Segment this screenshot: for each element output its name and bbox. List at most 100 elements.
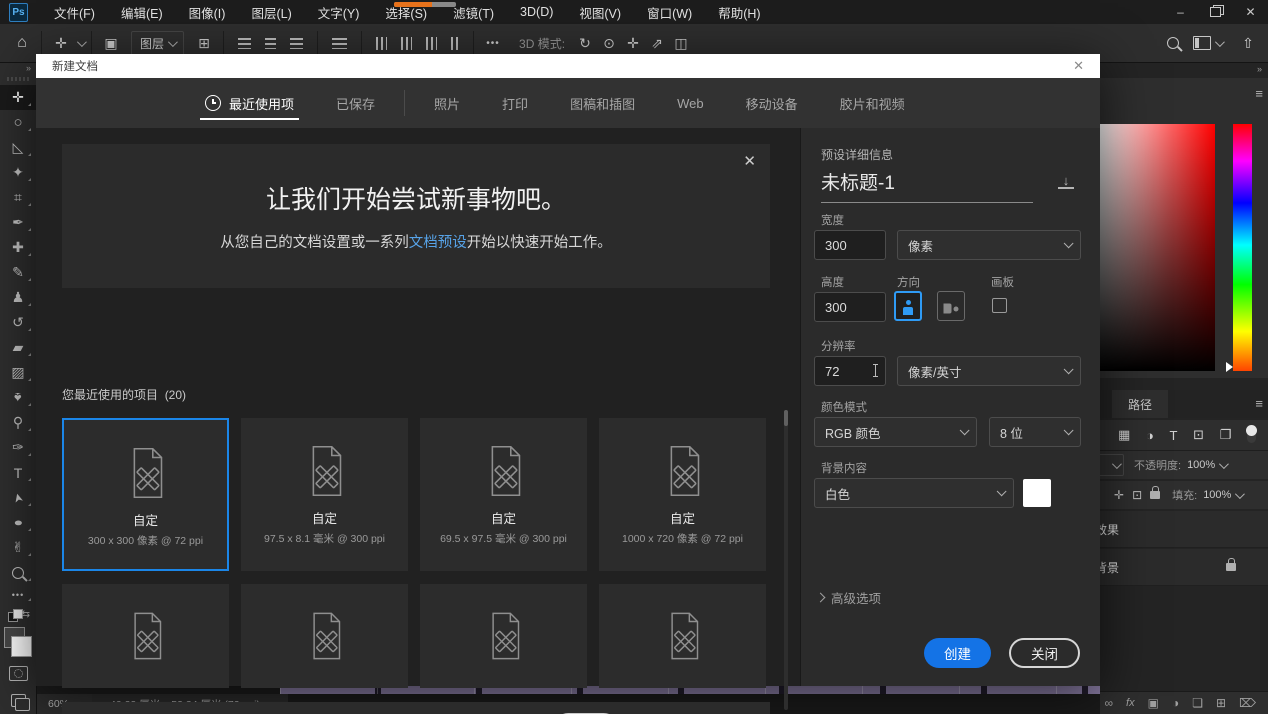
align-center-icon[interactable] <box>265 38 276 49</box>
delete-layer-icon[interactable]: ⌦ <box>1239 696 1256 710</box>
marquee-tool[interactable]: ○ <box>0 110 36 135</box>
dialog-close-icon[interactable]: ✕ <box>1073 58 1084 74</box>
tab-art-illustration[interactable]: 图稿和插图 <box>549 78 656 128</box>
opacity-value[interactable]: 100% <box>1187 459 1226 471</box>
lock-artboard-icon[interactable]: ⊡ <box>1132 488 1142 502</box>
hue-slider[interactable] <box>1233 124 1252 371</box>
workspace-switcher[interactable] <box>1193 36 1222 50</box>
filter-smart-object-icon[interactable]: ❐ <box>1220 427 1232 443</box>
gradient-tool[interactable]: ▨ <box>0 360 36 385</box>
distribute-vertical-icon[interactable] <box>451 37 459 50</box>
collapse-panels-icon[interactable]: » <box>1257 64 1262 74</box>
tab-saved[interactable]: 已保存 <box>315 78 396 128</box>
tab-photo[interactable]: 照片 <box>413 78 481 128</box>
background-contents-dropdown[interactable]: 白色 <box>814 478 1014 508</box>
recent-card[interactable]: 自定 1000 x 720 像素 @ 72 ppi <box>599 418 766 571</box>
screen-mode-button[interactable] <box>11 694 26 707</box>
landscape-orientation-button[interactable] <box>937 291 965 321</box>
collapse-toolbar-icon[interactable]: » <box>26 62 36 75</box>
new-layer-icon[interactable]: ⊞ <box>1216 696 1226 710</box>
minimize-button[interactable]: – <box>1163 0 1198 24</box>
banner-close-icon[interactable]: ✕ <box>743 152 756 170</box>
auto-select-icon[interactable]: ▣ <box>99 30 123 56</box>
eraser-tool[interactable]: ▰ <box>0 335 36 360</box>
hand-tool[interactable]: ✌ <box>0 535 36 560</box>
tab-film-video[interactable]: 胶片和视频 <box>819 78 926 128</box>
menu-edit[interactable]: 编辑(E) <box>108 0 176 24</box>
menu-3d[interactable]: 3D(D) <box>507 0 566 24</box>
background-layer-row[interactable]: 背景 <box>1100 549 1268 586</box>
filter-type-icon[interactable]: T <box>1169 428 1177 443</box>
distribute-icon[interactable] <box>332 38 347 49</box>
share-icon[interactable]: ⇧ <box>1236 30 1260 56</box>
width-input[interactable] <box>814 230 886 260</box>
swap-colors-button[interactable]: ⇆ <box>8 609 28 623</box>
layer-style-icon[interactable]: fx <box>1126 697 1135 709</box>
healing-brush-tool[interactable]: ✚ <box>0 235 36 260</box>
auto-select-scope-dropdown[interactable]: 图层 <box>131 31 184 56</box>
distribute-left-icon[interactable] <box>376 37 387 50</box>
tab-web[interactable]: Web <box>656 78 725 128</box>
distribute-center-icon[interactable] <box>401 37 412 50</box>
filter-adjustment-icon[interactable]: ◑ <box>1146 428 1154 443</box>
tab-mobile[interactable]: 移动设备 <box>725 78 819 128</box>
menu-file[interactable]: 文件(F) <box>41 0 108 24</box>
menu-view[interactable]: 视图(V) <box>566 0 634 24</box>
clone-stamp-tool[interactable]: ♟ <box>0 285 36 310</box>
tab-recent[interactable]: 最近使用项 <box>184 78 315 128</box>
move-tool[interactable]: ✛ <box>0 85 36 110</box>
scrollbar[interactable] <box>784 410 788 710</box>
panel-menu-icon[interactable]: ≡ <box>1255 396 1262 411</box>
fill-value[interactable]: 100% <box>1203 489 1242 501</box>
advanced-options-toggle[interactable]: 高级选项 <box>817 588 881 607</box>
more-options-icon[interactable]: ••• <box>481 30 505 56</box>
align-right-icon[interactable] <box>290 38 303 49</box>
layer-mask-icon[interactable]: ▣ <box>1148 696 1159 710</box>
pen-tool[interactable]: ✑ <box>0 435 36 460</box>
recent-card[interactable] <box>62 584 229 688</box>
background-color-swatch[interactable] <box>11 636 32 657</box>
document-presets-link[interactable]: 文档预设 <box>409 235 467 251</box>
brush-tool[interactable]: ✎ <box>0 260 36 285</box>
more-tools-button[interactable]: ••• <box>0 585 36 605</box>
recent-card[interactable]: 自定 69.5 x 97.5 毫米 @ 300 ppi <box>420 418 587 571</box>
3d-roll-icon[interactable]: ⊙ <box>597 30 621 56</box>
tab-paths[interactable]: 路径 <box>1112 390 1168 418</box>
recent-card[interactable] <box>420 584 587 688</box>
recent-card[interactable] <box>599 584 766 688</box>
distribute-right-icon[interactable] <box>426 37 437 50</box>
transform-controls-icon[interactable]: ⊞ <box>192 30 216 56</box>
menu-layer[interactable]: 图层(L) <box>238 0 304 24</box>
3d-pan-icon[interactable]: ✛ <box>621 30 645 56</box>
recent-card[interactable] <box>241 584 408 688</box>
color-mode-dropdown[interactable]: RGB 颜色 <box>814 417 977 447</box>
artboard-checkbox[interactable] <box>992 298 1007 313</box>
height-input[interactable] <box>814 292 886 322</box>
quick-selection-tool[interactable]: ✦ <box>0 160 36 185</box>
quick-mask-button[interactable] <box>9 666 28 681</box>
background-color-swatch[interactable] <box>1023 479 1051 507</box>
menu-help[interactable]: 帮助(H) <box>705 0 773 24</box>
chevron-down-icon[interactable] <box>77 37 87 47</box>
create-button[interactable]: 创建 <box>924 638 991 668</box>
close-button[interactable]: 关闭 <box>1009 638 1080 668</box>
save-preset-icon[interactable]: ↓ <box>1058 174 1074 189</box>
eyedropper-tool[interactable]: ✒ <box>0 210 36 235</box>
tab-print[interactable]: 打印 <box>481 78 549 128</box>
color-swatches[interactable] <box>3 627 33 657</box>
toolbar-grip[interactable] <box>7 77 29 81</box>
link-layers-icon[interactable]: ∞ <box>1104 696 1113 710</box>
adjustment-layer-icon[interactable]: ◑ <box>1172 696 1179 710</box>
search-icon[interactable] <box>1167 37 1179 49</box>
3d-orbit-icon[interactable]: ↻ <box>573 30 597 56</box>
lock-position-icon[interactable]: ✛ <box>1114 488 1124 502</box>
recent-card[interactable]: 自定 97.5 x 8.1 毫米 @ 300 ppi <box>241 418 408 571</box>
shape-tool[interactable]: ● <box>0 510 36 535</box>
resolution-unit-dropdown[interactable]: 像素/英寸 <box>897 356 1081 386</box>
blur-tool[interactable]: ♠ <box>0 385 36 410</box>
new-group-icon[interactable]: ❏ <box>1192 696 1203 710</box>
3d-camera-icon[interactable]: ◫ <box>669 30 693 56</box>
filter-toggle[interactable] <box>1247 427 1256 443</box>
type-tool[interactable]: T <box>0 460 36 485</box>
move-tool-icon[interactable]: ✛ <box>49 30 73 56</box>
